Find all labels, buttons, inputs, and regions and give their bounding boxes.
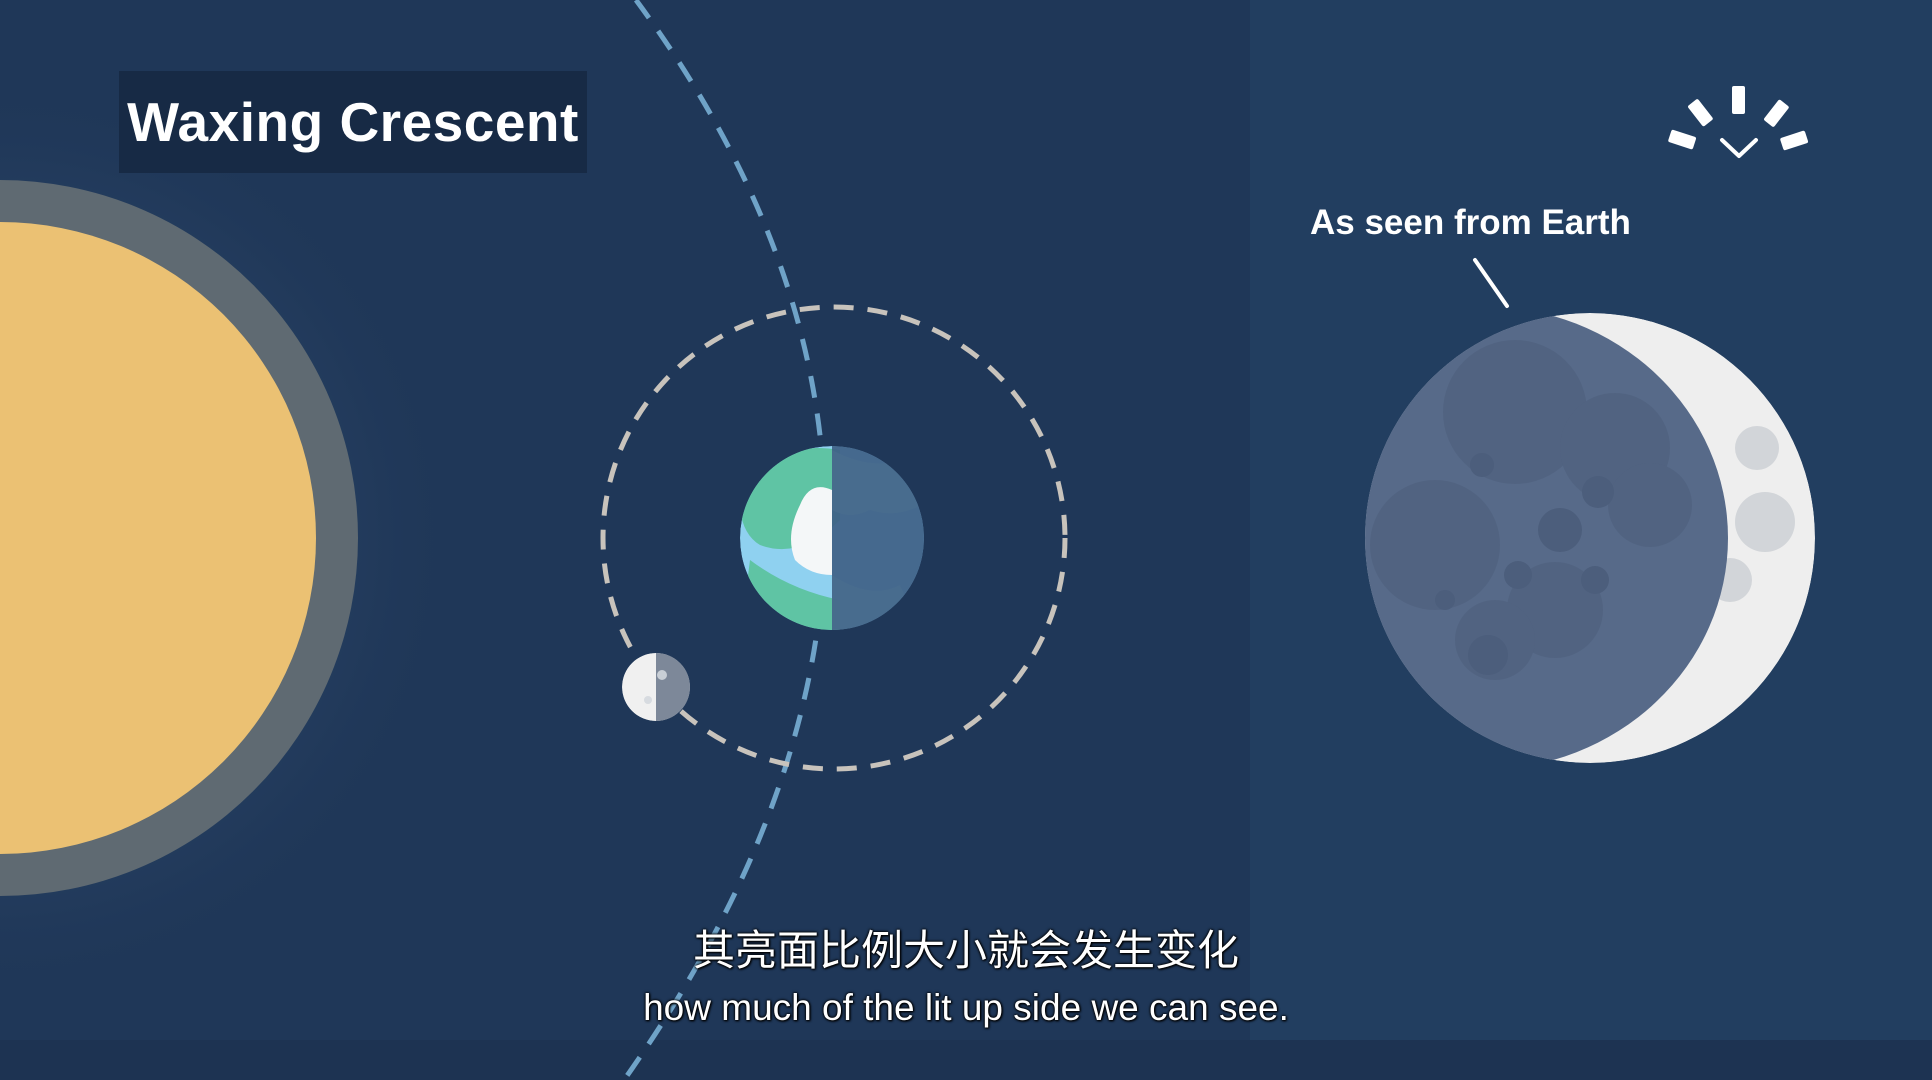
- phase-title-box: Waxing Crescent: [119, 71, 587, 173]
- subtitles: 其亮面比例大小就会发生变化 how much of the lit up sid…: [0, 920, 1932, 1034]
- bottom-strip: [0, 1040, 1932, 1080]
- as-seen-from-earth-label: As seen from Earth: [1310, 203, 1631, 242]
- phase-title: Waxing Crescent: [127, 91, 579, 153]
- subtitle-chinese: 其亮面比例大小就会发生变化: [692, 926, 1239, 975]
- subtitle-english: how much of the lit up side we can see.: [643, 987, 1289, 1028]
